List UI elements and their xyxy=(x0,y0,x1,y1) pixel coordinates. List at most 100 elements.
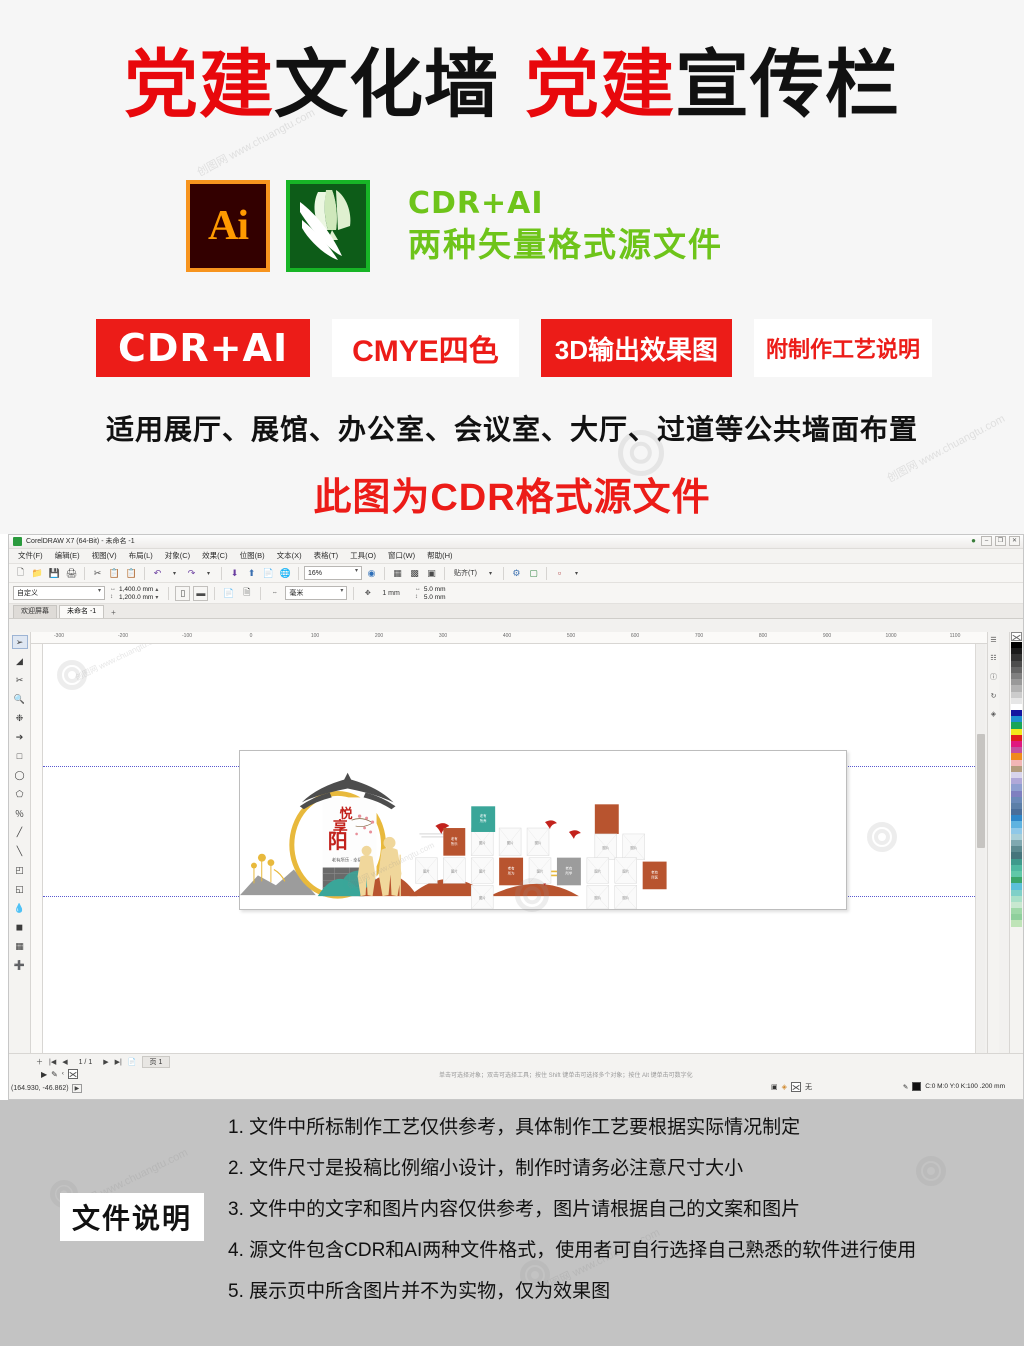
pick-tool-icon[interactable]: ➢ xyxy=(11,635,28,649)
width-stepper-icon[interactable]: ▴ xyxy=(155,586,162,593)
add-page-icon[interactable]: ＋ xyxy=(35,1057,44,1067)
maximize-button[interactable]: ❐ xyxy=(995,536,1006,546)
prev-page-button[interactable]: ◀ xyxy=(61,1058,68,1066)
drawing-canvas[interactable]: 悦 享 阳 老有所乐 · 幸福之家 老有 所乐 图片 图片 图片 老有 所养 图… xyxy=(43,644,985,1053)
smart-fill-tool-icon[interactable]: ➔ xyxy=(12,730,28,744)
first-page-button[interactable]: |◀ xyxy=(48,1058,57,1066)
all-pages-icon[interactable]: 📄 xyxy=(221,586,236,601)
last-page-button[interactable]: ▶| xyxy=(114,1058,123,1066)
duplicate-y-value[interactable]: 5.0 mm xyxy=(424,594,446,601)
page-tab-1[interactable]: 页 1 xyxy=(141,1056,171,1068)
menu-item-object[interactable]: 对象(C) xyxy=(159,552,196,560)
next-page-button[interactable]: ▶ xyxy=(102,1058,109,1066)
portrait-orientation-icon[interactable]: ▯ xyxy=(175,585,191,601)
outline-color-swatch[interactable] xyxy=(912,1082,922,1091)
transformations-docker-icon[interactable]: ↻ xyxy=(991,692,997,700)
snap-to-label[interactable]: 贴齐(T) xyxy=(450,568,481,578)
snap-dropdown-icon[interactable]: ▾ xyxy=(483,566,498,581)
shape-tool-icon[interactable]: ◢ xyxy=(12,654,28,668)
new-page-icon[interactable]: 📄 xyxy=(127,1058,138,1066)
options-icon[interactable]: ⚙ xyxy=(509,566,524,581)
drop-shadow-tool-icon[interactable]: ◰ xyxy=(12,863,28,877)
crop-tool-icon[interactable]: ✂ xyxy=(12,673,28,687)
connector-tool-icon[interactable]: ╲ xyxy=(12,844,28,858)
object-manager-docker-icon[interactable]: ☷ xyxy=(990,654,996,662)
units-select[interactable]: 毫米 xyxy=(285,586,348,600)
copy-icon[interactable]: 📋 xyxy=(107,566,122,581)
no-fill-indicator[interactable] xyxy=(67,1069,78,1079)
fill-swatch-icon[interactable]: ▶ xyxy=(41,1070,47,1079)
vertical-scroll-thumb[interactable] xyxy=(977,733,985,849)
color-eyedropper-tool-icon[interactable]: 💧 xyxy=(12,901,28,915)
redo-dropdown-icon[interactable]: ▾ xyxy=(201,566,216,581)
outline-pen-icon[interactable]: ✎ xyxy=(51,1070,58,1079)
menu-item-view[interactable]: 视图(V) xyxy=(86,552,123,560)
color-swatch[interactable] xyxy=(1011,920,1022,927)
add-tab-icon[interactable]: + xyxy=(106,607,121,618)
launch-icon[interactable]: ▢ xyxy=(526,566,541,581)
show-page-border-icon[interactable]: ▣ xyxy=(424,566,439,581)
menu-item-table[interactable]: 表格(T) xyxy=(308,552,345,560)
menu-item-file[interactable]: 文件(F) xyxy=(12,552,49,560)
page-height-value[interactable]: 1,200.0 mm xyxy=(119,594,153,601)
no-color-swatch[interactable] xyxy=(1011,632,1022,641)
application-launcher-icon[interactable]: ▫ xyxy=(552,566,567,581)
zoom-tool-icon[interactable]: 🔍 xyxy=(12,692,28,706)
text-tool-icon[interactable]: ％ xyxy=(12,806,28,820)
open-icon[interactable]: 📁 xyxy=(30,566,45,581)
color-palette[interactable] xyxy=(1009,632,1023,1053)
coordinates-expand-icon[interactable]: ▶ xyxy=(71,1084,83,1093)
menu-item-help[interactable]: 帮助(H) xyxy=(421,552,458,560)
menu-item-bitmap[interactable]: 位图(B) xyxy=(234,552,271,560)
freehand-tool-icon[interactable]: ❉ xyxy=(12,711,28,725)
menu-item-window[interactable]: 窗口(W) xyxy=(382,552,421,560)
undo-icon[interactable]: ↶ xyxy=(150,566,165,581)
zoom-level-input[interactable]: 16% xyxy=(304,566,362,580)
hints-docker-icon[interactable]: ⓘ xyxy=(990,672,997,682)
menu-item-edit[interactable]: 编辑(E) xyxy=(49,552,86,560)
height-stepper-icon[interactable]: ▾ xyxy=(155,594,162,601)
outline-none-indicator[interactable] xyxy=(791,1082,802,1092)
tab-untitled-1[interactable]: 未命名 -1 xyxy=(59,604,105,618)
mesh-fill-tool-icon[interactable]: ▦ xyxy=(12,939,28,953)
ellipse-tool-icon[interactable]: ◯ xyxy=(12,768,28,782)
page-width-value[interactable]: 1,400.0 mm xyxy=(119,586,153,593)
vertical-scrollbar[interactable] xyxy=(975,644,985,1053)
nudge-value[interactable]: 1 mm xyxy=(378,590,404,597)
save-icon[interactable]: 💾 xyxy=(47,566,62,581)
tab-welcome-screen[interactable]: 欢迎屏幕 xyxy=(13,604,57,618)
show-guides-icon[interactable]: ▩ xyxy=(407,566,422,581)
fullscreen-preview-icon[interactable]: ◉ xyxy=(364,566,379,581)
add-tool-icon[interactable]: ➕ xyxy=(12,958,28,972)
print-icon[interactable]: 🖨 xyxy=(64,566,79,581)
cut-icon[interactable]: ✂ xyxy=(90,566,105,581)
publish-pdf-icon[interactable]: 📄 xyxy=(261,566,276,581)
new-icon[interactable]: 🗋 xyxy=(13,566,28,581)
outline-pen-status-icon[interactable]: ✎ xyxy=(903,1083,908,1091)
vertical-ruler[interactable] xyxy=(31,644,43,1053)
object-properties-docker-icon[interactable]: ☰ xyxy=(990,636,996,644)
parallel-dimension-tool-icon[interactable]: ╱ xyxy=(12,825,28,839)
close-button[interactable]: ✕ xyxy=(1009,536,1020,546)
fill-color-icon[interactable]: ▣ xyxy=(771,1083,778,1091)
undo-dropdown-icon[interactable]: ▾ xyxy=(167,566,182,581)
menu-item-text[interactable]: 文本(X) xyxy=(271,552,308,560)
page-preset-select[interactable]: 自定义 xyxy=(13,586,105,600)
interactive-fill-tool-icon[interactable]: ◼ xyxy=(12,920,28,934)
redo-icon[interactable]: ↷ xyxy=(184,566,199,581)
page-artboard[interactable]: 悦 享 阳 老有所乐 · 幸福之家 老有 所乐 图片 图片 图片 老有 所养 图… xyxy=(239,750,847,910)
menu-item-tools[interactable]: 工具(O) xyxy=(344,552,382,560)
paste-icon[interactable]: 📋 xyxy=(124,566,139,581)
menu-item-layout[interactable]: 布局(L) xyxy=(123,552,159,560)
menu-item-effects[interactable]: 效果(C) xyxy=(196,552,233,560)
horizontal-ruler[interactable]: -300 -200 -100 0 100 200 300 400 500 600… xyxy=(31,632,997,644)
show-grid-icon[interactable]: ▦ xyxy=(390,566,405,581)
landscape-orientation-icon[interactable]: ▬ xyxy=(193,585,209,601)
launcher-dropdown-icon[interactable]: ▾ xyxy=(569,566,584,581)
duplicate-x-value[interactable]: 5.0 mm xyxy=(424,586,446,593)
color-docker-icon[interactable]: ◈ xyxy=(991,710,996,718)
fill-drop-icon[interactable]: ◈ xyxy=(782,1083,787,1091)
rectangle-tool-icon[interactable]: □ xyxy=(12,749,28,763)
polygon-tool-icon[interactable]: ⬠ xyxy=(12,787,28,801)
export-icon[interactable]: ⬆ xyxy=(244,566,259,581)
